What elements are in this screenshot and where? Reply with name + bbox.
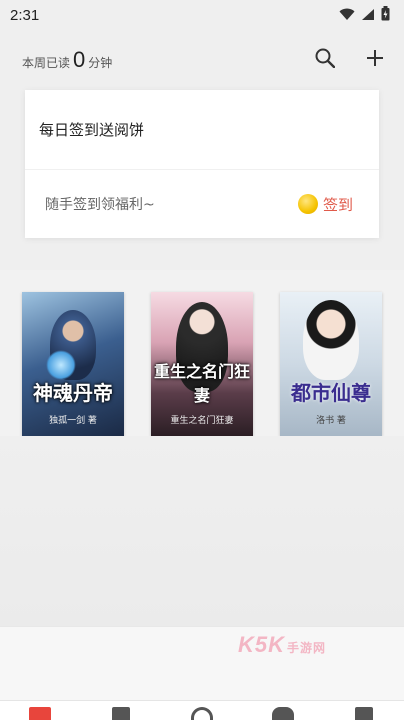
weekly-prefix: 本周已读 (22, 56, 71, 70)
plus-icon (366, 49, 384, 71)
book-author: 洛书 著 (316, 416, 346, 426)
watermark-logo: K5K 手游网 (238, 632, 326, 658)
status-time: 2:31 (10, 6, 40, 24)
book-cover[interactable]: 神魂丹帝 独孤一剑 著 (22, 292, 124, 436)
signin-subtitle: 随手签到领福利~ (45, 197, 155, 213)
signin-row: 随手签到领福利~ 签到 (25, 170, 379, 238)
coin-icon (297, 194, 318, 214)
cover-figure (303, 300, 359, 380)
battery-icon (381, 5, 390, 25)
status-bar: 2:31 (0, 0, 404, 30)
wifi-icon (339, 6, 355, 25)
profile-icon (354, 707, 373, 720)
status-icons (339, 5, 390, 25)
book-title: 都市仙尊 (291, 381, 371, 405)
signal-icon (361, 6, 375, 25)
empty-area (0, 436, 404, 626)
bottom-tab-bar (0, 700, 404, 720)
tab-bookshelf[interactable] (20, 701, 60, 720)
tab-profile[interactable] (344, 701, 384, 720)
cover-glow (45, 350, 76, 380)
book-author: 独孤一剑 著 (49, 416, 97, 426)
weekly-suffix: 分钟 (88, 56, 113, 70)
book-cover[interactable]: 都市仙尊 洛书 著 (280, 292, 382, 436)
community-icon (271, 707, 294, 720)
book-title: 重生之名门狂妻 (153, 362, 250, 405)
tab-library[interactable] (101, 701, 141, 720)
tab-community[interactable] (263, 701, 303, 720)
bottom-band (0, 626, 404, 700)
watermark-brand: K5K (238, 632, 286, 657)
book-author: 重生之名门狂妻 (170, 416, 234, 426)
weekly-reading-stat: 本周已读 0 分钟 (22, 47, 112, 73)
bookshelf-icon (29, 707, 52, 720)
book-icon (112, 707, 131, 720)
signin-card: 每日签到送阅饼 随手签到领福利~ 签到 (25, 90, 379, 238)
header-actions (314, 48, 386, 72)
signin-card-title: 每日签到送阅饼 (25, 90, 379, 170)
weekly-minutes: 0 (73, 47, 86, 72)
book-cover[interactable]: 重生之名门狂妻 重生之名门狂妻 (151, 292, 253, 436)
signin-button[interactable]: 签到 (297, 194, 353, 215)
add-button[interactable] (364, 49, 386, 71)
bookshelf: 神魂丹帝 独孤一剑 著 重生之名门狂妻 重生之名门狂妻 都市仙尊 洛书 著 (0, 270, 404, 436)
signin-button-label: 签到 (322, 195, 353, 214)
book-title: 神魂丹帝 (33, 381, 113, 405)
search-icon (315, 48, 336, 72)
tab-discover[interactable] (182, 701, 222, 720)
watermark-suffix: 手游网 (287, 641, 327, 655)
header-bar: 本周已读 0 分钟 (0, 40, 404, 80)
compass-icon (190, 707, 213, 720)
search-button[interactable] (314, 48, 336, 72)
